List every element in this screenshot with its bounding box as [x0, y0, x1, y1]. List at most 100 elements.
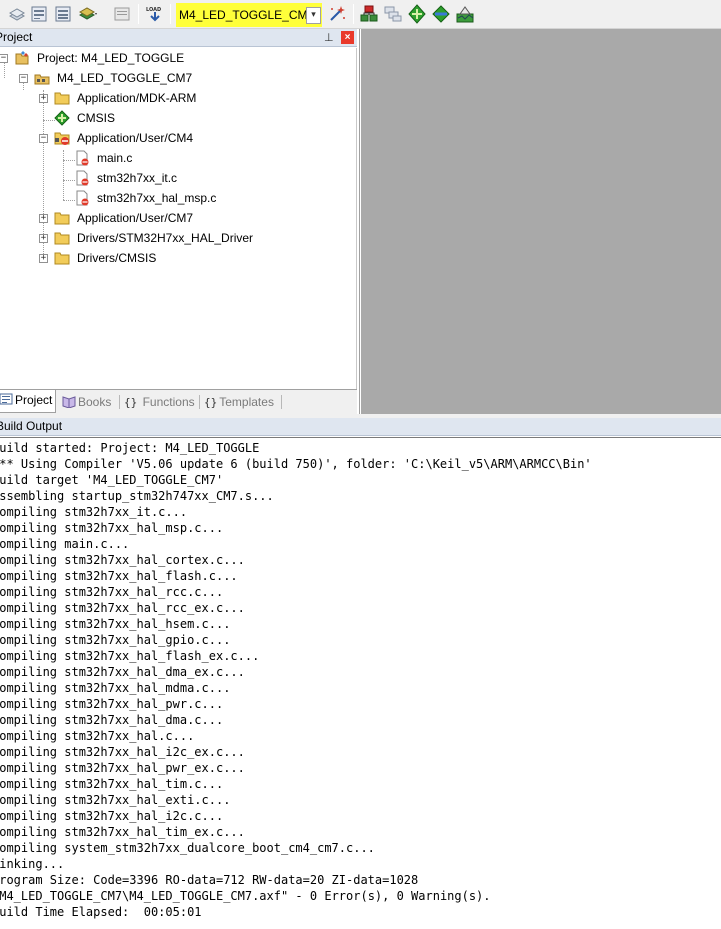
target-dropdown-button[interactable]: ▾	[306, 7, 321, 24]
tree-item-file[interactable]: stm32h7xx_it.c	[0, 168, 357, 188]
project-tab-icon	[0, 392, 13, 406]
build-time-elapsed: Build Time Elapsed: 00:05:01	[0, 905, 202, 919]
build-output-line: compiling stm32h7xx_hal_rcc.c...	[0, 585, 224, 599]
excluded-file-icon	[74, 170, 90, 186]
build-output-line: Build started: Project: M4_LED_TOGGLE	[0, 441, 260, 455]
translate-icon[interactable]	[7, 4, 27, 24]
build-output-line: compiling stm32h7xx_hal_tim.c...	[0, 777, 224, 791]
batch-build-icon[interactable]	[78, 4, 98, 24]
pack-installer-icon[interactable]	[455, 4, 475, 24]
tree-item-label: CMSIS	[77, 111, 116, 125]
tab-label: Templates	[219, 395, 274, 409]
tree-item-file[interactable]: main.c	[0, 148, 357, 168]
build-output-line: compiling stm32h7xx_hal_mdma.c...	[0, 681, 231, 695]
folder-icon	[54, 210, 70, 226]
error-count: 0 Error(s)	[309, 889, 383, 903]
toolbar: LOAD M4_LED_TOGGLE_CM7 ▾	[0, 0, 721, 29]
copy-components-icon[interactable]	[383, 4, 403, 24]
expand-icon[interactable]: +	[39, 254, 48, 263]
rebuild-icon[interactable]	[53, 4, 73, 24]
build-output-line: compiling stm32h7xx_hal_pwr_ex.c...	[0, 761, 245, 775]
chevron-down-icon: ▾	[311, 10, 316, 20]
build-output-line: compiling main.c...	[0, 537, 130, 551]
tab-label: Functions	[142, 395, 195, 409]
build-output-line: compiling system_stm32h7xx_dualcore_boot…	[0, 841, 375, 855]
tree-item-project-root[interactable]: − Project: M4_LED_TOGGLE	[0, 48, 357, 68]
manage-components-icon[interactable]	[359, 4, 379, 24]
project-pane-tabs: Project Books {} Functions {} Templates	[0, 389, 357, 414]
tree-item-group[interactable]: + Drivers/STM32H7xx_HAL_Driver	[0, 228, 357, 248]
build-icon[interactable]	[29, 4, 49, 24]
excluded-file-icon	[74, 190, 90, 206]
tab-functions[interactable]: {} Functions	[122, 392, 198, 413]
tree-item-label: Application/MDK-ARM	[77, 91, 197, 105]
build-output-line: *** Using Compiler 'V5.06 update 6 (buil…	[0, 457, 592, 471]
build-output-line: assembling startup_stm32h747xx_CM7.s...	[0, 489, 274, 503]
tree-item-label: M4_LED_TOGGLE_CM7	[57, 71, 193, 85]
templates-tab-icon: {}	[204, 396, 218, 409]
build-result-line: "M4_LED_TOGGLE_CM7\M4_LED_TOGGLE_CM7.axf…	[0, 888, 592, 904]
build-output-line: compiling stm32h7xx_hal_hsem.c...	[0, 617, 231, 631]
build-result-target: "M4_LED_TOGGLE_CM7\M4_LED_TOGGLE_CM7.axf…	[0, 889, 310, 903]
rte-component-icon	[54, 110, 70, 126]
tab-templates[interactable]: {} Templates	[202, 392, 280, 413]
build-output-line: Build target 'M4_LED_TOGGLE_CM7'	[0, 473, 224, 487]
tab-label: Books	[78, 395, 112, 409]
target-icon	[34, 70, 50, 86]
build-output-line: compiling stm32h7xx_hal_rcc_ex.c...	[0, 601, 245, 615]
build-output-line: compiling stm32h7xx_hal_exti.c...	[0, 793, 231, 807]
stop-build-icon[interactable]	[112, 4, 132, 24]
build-output-line: compiling stm32h7xx_hal_i2c.c...	[0, 809, 224, 823]
build-output-line: compiling stm32h7xx_hal_gpio.c...	[0, 633, 231, 647]
folder-icon	[54, 230, 70, 246]
load-text: LOAD	[146, 7, 161, 13]
build-output-line: compiling stm32h7xx_hal_msp.c...	[0, 521, 224, 535]
build-output-line: compiling stm32h7xx_it.c...	[0, 505, 188, 519]
functions-tab-icon: {}	[124, 396, 138, 409]
build-output-line: compiling stm32h7xx_hal_flash.c...	[0, 569, 238, 583]
build-output-line: compiling stm32h7xx_hal_dma_ex.c...	[0, 665, 245, 679]
tree-item-group[interactable]: + Application/MDK-ARM	[0, 88, 357, 108]
excluded-folder-icon	[54, 130, 70, 146]
target-select[interactable]: M4_LED_TOGGLE_CM7	[176, 3, 322, 27]
load-icon[interactable]: LOAD	[145, 4, 165, 24]
build-output-line: linking...	[0, 857, 65, 871]
build-output-line: compiling stm32h7xx_hal_dma.c...	[0, 713, 224, 727]
project-tree: − Project: M4_LED_TOGGLE − M4_LED_TOGGLE…	[0, 48, 357, 406]
tree-item-target[interactable]: − M4_LED_TOGGLE_CM7	[0, 68, 357, 88]
build-output-panel[interactable]: Build started: Project: M4_LED_TOGGLE ***…	[0, 437, 721, 929]
build-output-title: Build Output	[0, 419, 63, 433]
build-output-line: compiling stm32h7xx_hal_flash_ex.c...	[0, 649, 260, 663]
target-select-value: M4_LED_TOGGLE_CM7	[179, 8, 315, 22]
expand-icon[interactable]: +	[39, 94, 48, 103]
tree-item-group[interactable]: + Application/User/CM7	[0, 208, 357, 228]
tree-item-group[interactable]: − Application/User/CM4	[0, 128, 357, 148]
collapse-icon[interactable]: −	[0, 54, 8, 63]
build-output-line: compiling stm32h7xx_hal_pwr.c...	[0, 697, 224, 711]
build-output-titlebar: Build Output	[0, 418, 721, 436]
project-icon	[14, 50, 30, 66]
folder-icon	[54, 90, 70, 106]
close-icon[interactable]: ×	[341, 31, 354, 44]
project-pane-titlebar: Project ⊥ ×	[0, 29, 357, 47]
tree-item-file[interactable]: stm32h7xx_hal_msp.c	[0, 188, 357, 208]
expand-icon[interactable]: +	[39, 234, 48, 243]
collapse-icon[interactable]: −	[39, 134, 48, 143]
tree-item-label: stm32h7xx_hal_msp.c	[97, 191, 217, 205]
tree-item-label: stm32h7xx_it.c	[97, 171, 178, 185]
tree-item-cmsis[interactable]: CMSIS	[0, 108, 357, 128]
editor-area[interactable]	[361, 29, 721, 414]
tab-books[interactable]: Books	[60, 392, 118, 413]
tree-item-group[interactable]: + Drivers/CMSIS	[0, 248, 357, 268]
tab-project[interactable]: Project	[0, 390, 56, 413]
tree-item-label: Drivers/STM32H7xx_HAL_Driver	[77, 231, 254, 245]
expand-icon[interactable]: +	[39, 214, 48, 223]
build-output-line: compiling stm32h7xx_hal_cortex.c...	[0, 553, 245, 567]
excluded-file-icon	[74, 150, 90, 166]
warning-count: , 0 Warning(s).	[382, 889, 491, 903]
pin-icon[interactable]: ⊥	[324, 31, 334, 44]
run-time-env-icon[interactable]	[407, 4, 427, 24]
select-packs-icon[interactable]	[431, 4, 451, 24]
target-options-icon[interactable]	[327, 4, 347, 24]
collapse-icon[interactable]: −	[19, 74, 28, 83]
